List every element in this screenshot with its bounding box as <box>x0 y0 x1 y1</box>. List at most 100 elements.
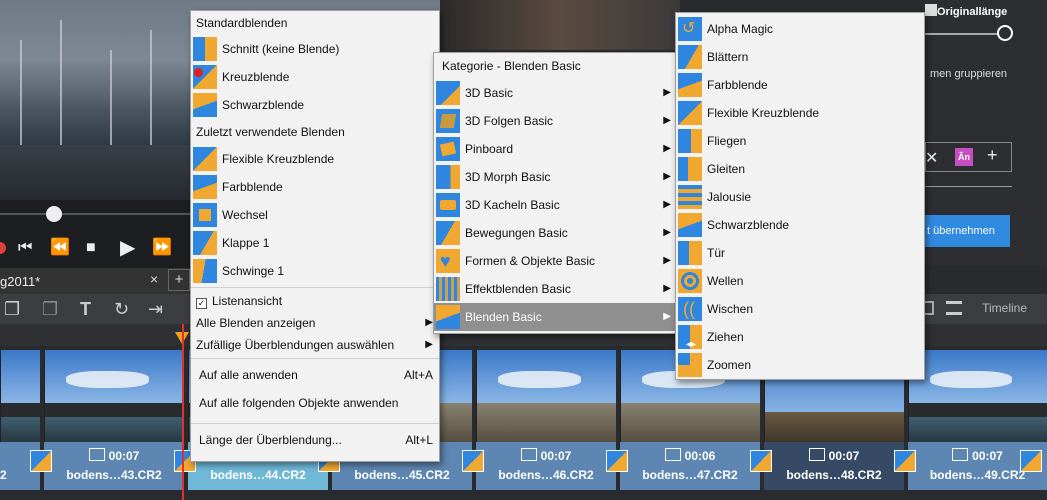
play-icon[interactable]: ▶ <box>120 238 135 258</box>
apply-button[interactable]: t übernehmen <box>925 215 1010 247</box>
cut-transition-icon <box>193 37 217 61</box>
record-icon[interactable] <box>0 242 6 254</box>
menu-header-recent: Zuletzt verwendete Blenden <box>196 125 345 139</box>
transition-item-door[interactable]: Tür <box>676 239 924 267</box>
menu-item-label: Ziehen <box>707 330 744 344</box>
menu-item-list-view[interactable]: ✓ Listenansicht <box>191 290 439 312</box>
category-item-shapes[interactable]: ♥ Formen & Objekte Basic ▶ <box>434 247 677 275</box>
scrub-knob[interactable] <box>46 206 62 222</box>
menu-item-crossfade[interactable]: Kreuzblende <box>191 63 439 91</box>
clip-thumbnail[interactable] <box>908 350 1047 446</box>
transition-item-waves[interactable]: Wellen <box>676 267 924 295</box>
paste-icon[interactable]: ❐ <box>42 298 58 320</box>
door-icon <box>678 241 702 265</box>
plus-icon[interactable]: + <box>987 145 998 166</box>
timeline-icon[interactable] <box>946 301 962 315</box>
swing-icon <box>193 259 217 283</box>
menu-item-label: Formen & Objekte Basic <box>465 254 596 268</box>
transition-item-wipe[interactable]: ((Wischen <box>676 295 924 323</box>
scrub-track[interactable] <box>0 213 200 215</box>
menu-item-swap[interactable]: Wechsel <box>191 201 439 229</box>
close-icon[interactable]: ✕ <box>925 148 938 168</box>
timeline-view-label[interactable]: Timeline <box>982 301 1027 315</box>
category-item-3d-tiles[interactable]: 3D Kacheln Basic ▶ <box>434 191 677 219</box>
transition-icon[interactable] <box>30 450 52 472</box>
fast-forward-icon[interactable]: ⏩ <box>152 238 172 258</box>
clip-label[interactable]: 00:07 bodens…48.CR2 <box>764 442 904 490</box>
menu-item-swing[interactable]: Schwinge 1 <box>191 257 439 285</box>
category-item-motion[interactable]: Bewegungen Basic ▶ <box>434 219 677 247</box>
menu-item-flexible-crossfade[interactable]: Flexible Kreuzblende <box>191 145 439 173</box>
transition-icon[interactable] <box>750 450 772 472</box>
transition-item-pull[interactable]: ◂▸ Ziehen <box>676 323 924 351</box>
transition-icon[interactable] <box>462 450 484 472</box>
shortcut-label: Alt+L <box>405 433 433 447</box>
transition-item-fly[interactable]: Fliegen <box>676 127 924 155</box>
menu-item-color-fade[interactable]: Farbblende <box>191 173 439 201</box>
transition-item-page-turn[interactable]: Blättern <box>676 43 924 71</box>
transition-item-color-fade[interactable]: Farbblende <box>676 71 924 99</box>
clip-thumbnail[interactable] <box>44 350 184 446</box>
project-tab[interactable]: g2011* <box>0 274 40 289</box>
color-fade-icon <box>678 73 702 97</box>
clip-label[interactable]: 00:07 bodens…46.CR2 <box>476 442 616 490</box>
menu-item-cut[interactable]: Schnitt (keine Blende) <box>191 35 439 63</box>
transition-item-blinds[interactable]: Jalousie <box>676 183 924 211</box>
title-tile-icon[interactable]: Ãn <box>955 148 973 166</box>
copy-icon[interactable]: ❐ <box>4 298 20 320</box>
rotate-icon[interactable]: ↻ <box>114 298 129 320</box>
category-item-3d-morph[interactable]: 3D Morph Basic ▶ <box>434 163 677 191</box>
length-slider-track[interactable] <box>925 33 1005 35</box>
menu-item-apply-all[interactable]: Auf alle anwenden Alt+A <box>191 361 439 389</box>
clip-label[interactable]: 00:07 bodens…43.CR2 <box>44 442 184 490</box>
clip-duration: 00:06 <box>620 448 760 463</box>
menu-item-label: Bewegungen Basic <box>465 226 568 240</box>
clip-thumbnail[interactable] <box>476 350 616 446</box>
transition-item-black-fade[interactable]: Schwarzblende <box>676 211 924 239</box>
transition-item-zoom[interactable]: Zoomen <box>676 351 924 379</box>
wipe-icon: (( <box>678 297 702 321</box>
transition-item-flexible-crossfade[interactable]: Flexible Kreuzblende <box>676 99 924 127</box>
rewind-icon[interactable]: ⏪ <box>50 238 70 258</box>
preview-mast <box>20 40 22 160</box>
clip-thumbnail[interactable] <box>0 350 40 446</box>
zoom-icon <box>678 353 702 377</box>
transition-icon[interactable] <box>606 450 628 472</box>
tab-add-button[interactable]: + <box>168 269 190 291</box>
category-item-blenden-basic[interactable]: Blenden Basic ▶ <box>434 303 677 331</box>
category-item-3d-sequence[interactable]: 3D Folgen Basic ▶ <box>434 107 677 135</box>
menu-item-label: Effektblenden Basic <box>465 282 571 296</box>
category-item-effects[interactable]: Effektblenden Basic ▶ <box>434 275 677 303</box>
submenu-arrow-icon: ▶ <box>663 115 671 126</box>
menu-item-label: Länge der Überblendung... <box>199 433 342 447</box>
category-item-pinboard[interactable]: Pinboard ▶ <box>434 135 677 163</box>
black-fade-icon <box>193 93 217 117</box>
menu-item-label: Listenansicht <box>212 294 283 308</box>
tab-close-icon[interactable]: × <box>150 271 158 287</box>
menu-item-show-all[interactable]: Alle Blenden anzeigen ▶ <box>191 312 439 334</box>
checkbox-icon[interactable]: ✓ <box>196 298 207 309</box>
transition-icon[interactable] <box>1020 450 1042 472</box>
3d-basic-icon <box>436 81 460 105</box>
submenu-arrow-icon: ▶ <box>663 199 671 210</box>
menu-item-flap[interactable]: Klappe 1 <box>191 229 439 257</box>
skip-back-icon[interactable]: ⏮ <box>18 238 32 258</box>
submenu-arrow-icon: ▶ <box>425 317 433 328</box>
menu-item-random[interactable]: Zufällige Überblendungen auswählen ▶ <box>191 334 439 356</box>
transition-item-alpha-magic[interactable]: ↺ Alpha Magic <box>676 15 924 43</box>
menu-item-duration[interactable]: Länge der Überblendung... Alt+L <box>191 426 439 454</box>
menu-item-black-fade[interactable]: Schwarzblende <box>191 91 439 119</box>
playhead-line <box>182 324 184 500</box>
submenu-arrow-icon: ▶ <box>663 283 671 294</box>
menu-item-apply-following[interactable]: Auf alle folgenden Objekte anwenden <box>191 389 439 417</box>
clip-label[interactable]: 00:06 bodens…47.CR2 <box>620 442 760 490</box>
transition-icon[interactable] <box>894 450 916 472</box>
video-toggle-checkbox[interactable] <box>925 4 937 16</box>
stop-icon[interactable]: ■ <box>86 238 96 258</box>
menu-item-label: Klappe 1 <box>222 236 270 250</box>
split-icon[interactable]: ⇥ <box>148 298 163 320</box>
category-item-3d-basic[interactable]: 3D Basic ▶ <box>434 79 677 107</box>
transition-item-slide[interactable]: Gleiten <box>676 155 924 183</box>
text-icon[interactable]: T <box>80 298 91 320</box>
length-slider-knob[interactable] <box>997 25 1013 41</box>
